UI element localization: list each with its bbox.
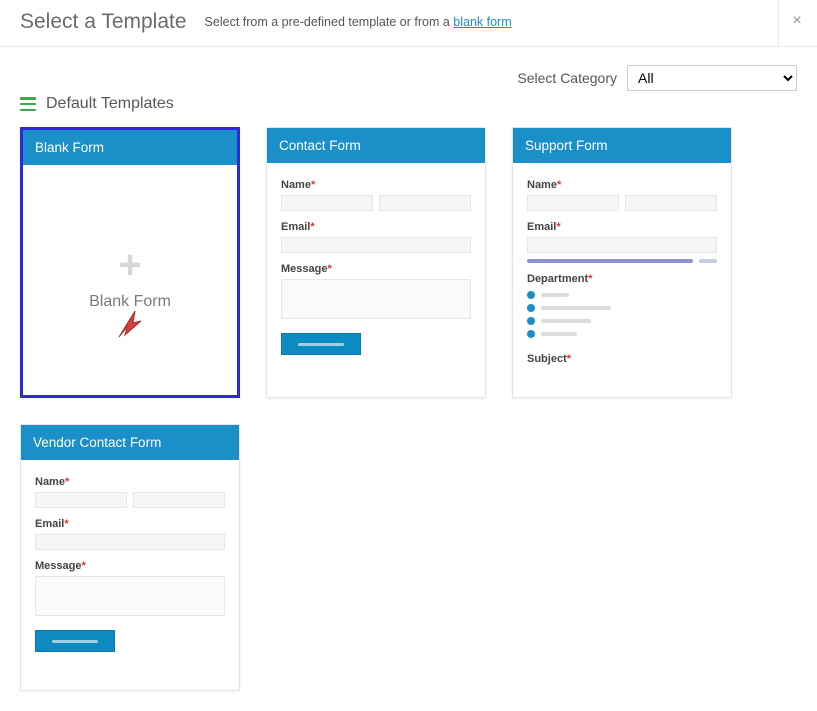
card-body-support: Name* Email* Department* [513,163,731,397]
required-star: * [556,221,560,233]
radio-dot-icon [527,291,535,299]
card-header-blank: Blank Form [23,130,237,165]
blank-form-link[interactable]: blank form [453,15,511,29]
input-preview [35,492,127,508]
email-inputs [281,237,471,253]
radio-bar [541,319,591,323]
menu-icon[interactable] [20,97,36,111]
field-label-email: Email* [35,518,225,530]
email-inputs [35,534,225,550]
input-preview [527,195,619,211]
email-inputs [527,237,717,253]
radio-item [527,317,717,325]
row-offset [758,127,782,398]
card-header-support: Support Form [513,128,731,163]
required-star: * [65,476,69,488]
textarea-preview [281,279,471,319]
field-label-email: Email* [281,221,471,233]
name-inputs [281,195,471,211]
required-star: * [81,560,85,572]
field-label-email: Email* [527,221,717,233]
card-header-contact: Contact Form [267,128,485,163]
input-preview [281,237,471,253]
field-label-subject: Subject* [527,353,717,365]
card-body-blank: + Blank Form [23,165,237,395]
dialog-body: Select Category All Default Templates Bl… [0,47,817,711]
required-star: * [567,353,571,365]
required-star: * [310,221,314,233]
radio-bar [541,306,611,310]
cursor-arrow-icon [115,307,143,339]
field-label-name: Name* [35,476,225,488]
required-star: * [588,273,592,285]
textarea-preview [35,576,225,616]
category-select[interactable]: All [627,65,797,91]
card-body-vendor: Name* Email* Message* [21,460,239,690]
radio-list-preview [527,291,717,343]
dialog-header: Select a Template Select from a pre-defi… [0,0,817,47]
page-title: Select a Template [20,10,187,34]
radio-item [527,330,717,338]
submit-button-preview [281,333,361,355]
radio-dot-icon [527,304,535,312]
radio-item [527,291,717,299]
input-preview [281,195,373,211]
template-card-blank[interactable]: Blank Form + Blank Form [20,127,240,398]
card-header-vendor: Vendor Contact Form [21,425,239,460]
input-preview [379,195,471,211]
name-inputs [35,492,225,508]
radio-item [527,304,717,312]
template-card-support[interactable]: Support Form Name* Email* Department* [512,127,732,398]
field-label-message: Message* [281,263,471,275]
field-label-message: Message* [35,560,225,572]
category-row: Select Category All [20,65,797,91]
section-row: Default Templates [20,95,797,113]
submit-button-preview [35,630,115,652]
header-divider [778,0,779,46]
input-preview [133,492,225,508]
radio-dot-icon [527,317,535,325]
section-title: Default Templates [46,95,174,113]
input-preview [35,534,225,550]
required-star: * [327,263,331,275]
close-icon[interactable]: × [787,12,807,30]
plus-icon: + [118,245,141,285]
required-star: * [557,179,561,191]
field-label-department: Department* [527,273,717,285]
name-inputs [527,195,717,211]
required-star: * [311,179,315,191]
progress-bar [527,259,693,263]
template-grid: Blank Form + Blank Form Contact Form Nam… [20,127,797,691]
input-preview [527,237,717,253]
radio-bar [541,293,569,297]
card-body-contact: Name* Email* Message* [267,163,485,397]
progress-preview [527,259,717,263]
page-subtitle: Select from a pre-defined template or fr… [205,15,512,29]
required-star: * [64,518,68,530]
radio-bar [541,332,577,336]
subtitle-prefix: Select from a pre-defined template or fr… [205,15,454,29]
radio-dot-icon [527,330,535,338]
input-preview [625,195,717,211]
template-card-vendor[interactable]: Vendor Contact Form Name* Email* Message… [20,424,240,691]
category-label: Select Category [517,70,617,86]
progress-bar [699,259,717,263]
field-label-name: Name* [527,179,717,191]
field-label-name: Name* [281,179,471,191]
template-card-contact[interactable]: Contact Form Name* Email* Message* [266,127,486,398]
